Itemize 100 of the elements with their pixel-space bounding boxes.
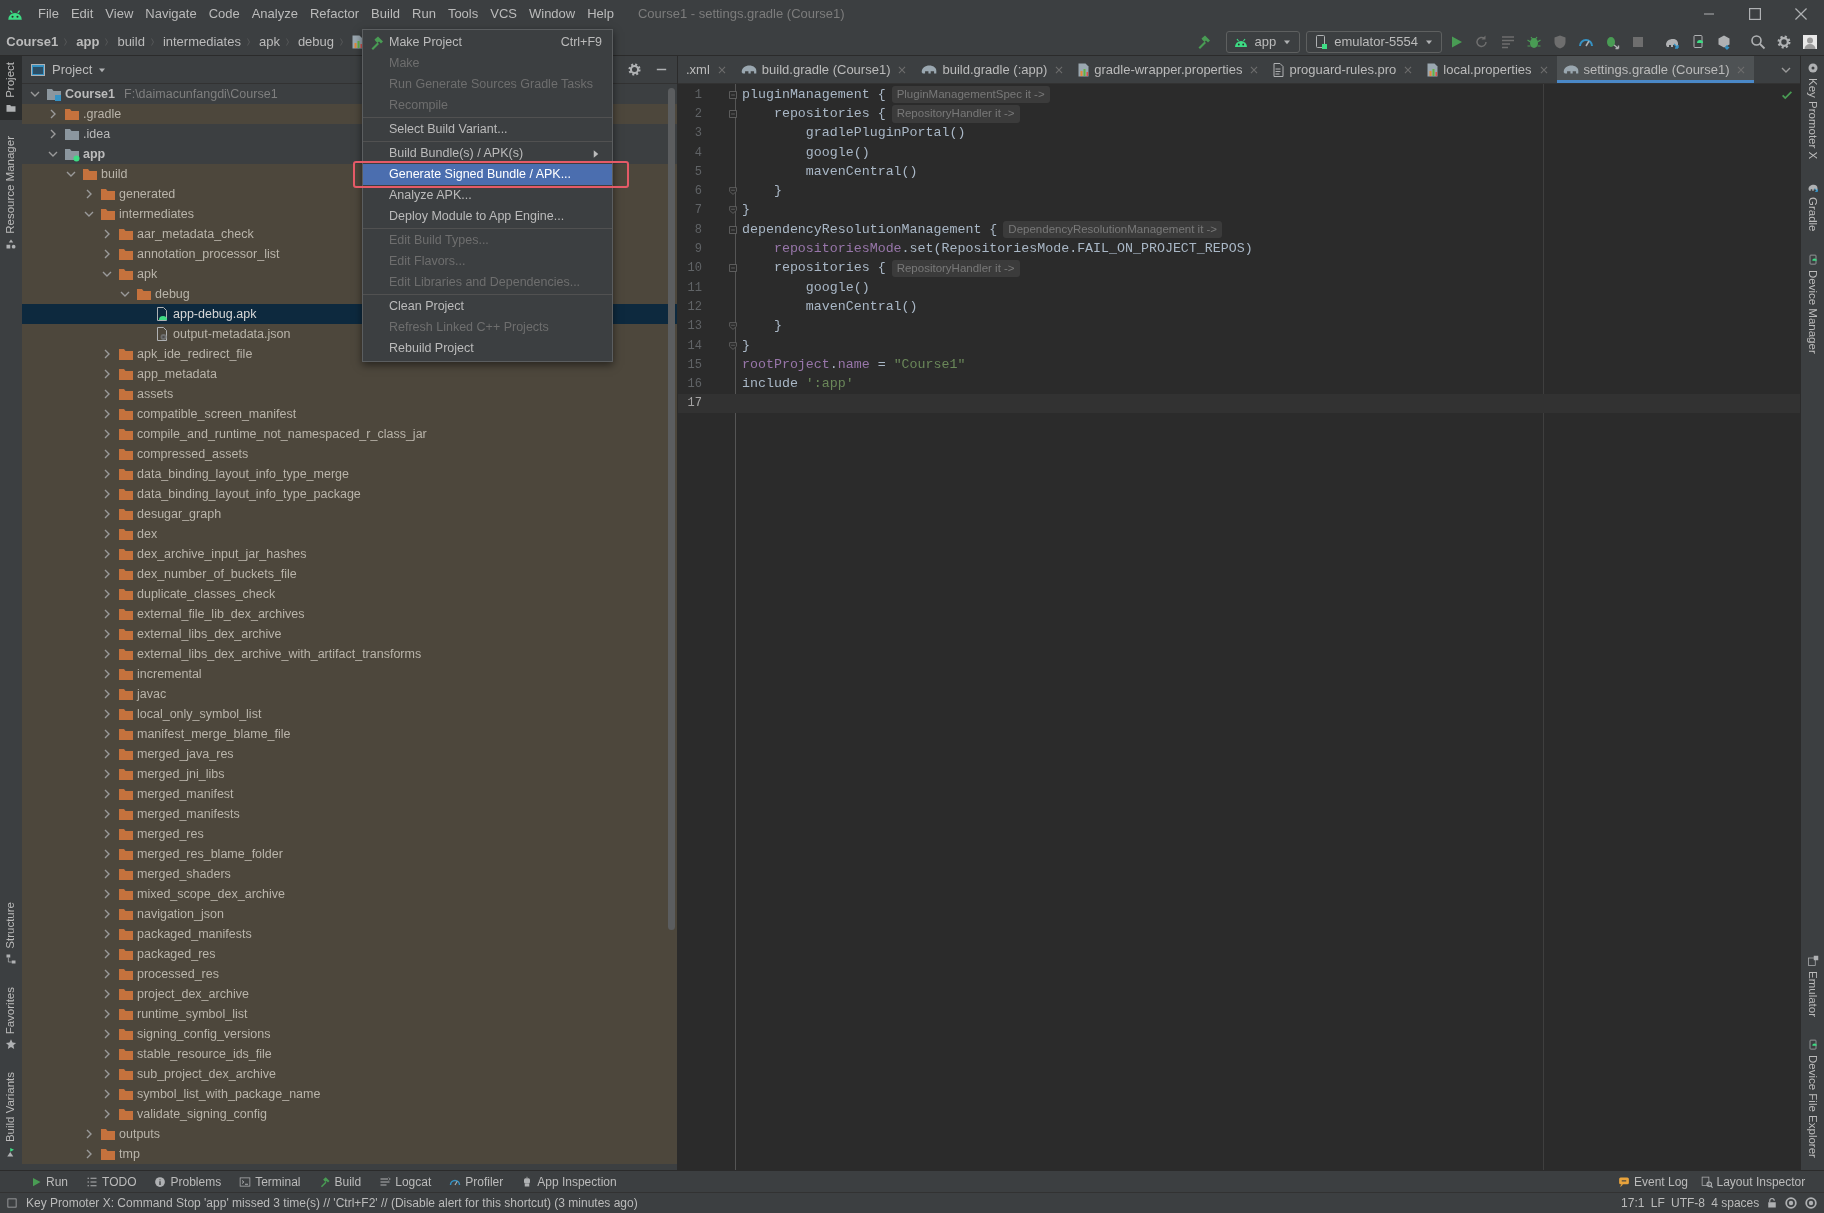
tree-item[interactable]: app-debug.apk (173, 304, 257, 324)
tree-item[interactable]: javac (137, 684, 167, 704)
settings-icon[interactable] (1776, 33, 1792, 50)
editor-tab[interactable]: proguard-rules.pro (1267, 56, 1422, 83)
breadcrumb-item[interactable]: build (117, 31, 145, 52)
breadcrumb-item[interactable]: Course1 (6, 31, 59, 52)
fold-start-icon[interactable] (727, 223, 739, 236)
tree-item[interactable]: merged_res (137, 824, 204, 844)
menu-item[interactable]: Build (365, 4, 406, 24)
tree-item[interactable]: .gradle (83, 104, 122, 124)
tree-item[interactable]: compressed_assets (137, 444, 249, 464)
tree-item[interactable]: apk (137, 264, 158, 284)
menu-item[interactable]: Rebuild Project (363, 338, 612, 359)
tree-item[interactable]: tmp (119, 1144, 140, 1164)
tool-window-tab[interactable]: Structure (0, 895, 22, 971)
fold-end-icon[interactable] (727, 204, 739, 217)
status-item[interactable]: LF (1650, 1194, 1665, 1212)
tool-window-button[interactable]: TODO (86, 1172, 137, 1191)
tree-item[interactable]: generated (119, 184, 176, 204)
tree-item[interactable]: Course1 (65, 84, 116, 104)
fold-start-icon[interactable] (727, 88, 739, 101)
tree-item[interactable]: merged_jni_libs (137, 764, 225, 784)
avatar-icon[interactable] (1802, 33, 1818, 50)
fold-end-icon[interactable] (727, 185, 739, 198)
menu-item[interactable]: Code (202, 4, 246, 24)
editor-tab[interactable]: build.gradle (Course1) (734, 56, 916, 83)
tree-item[interactable]: desugar_graph (137, 504, 222, 524)
cube-icon[interactable] (1716, 33, 1732, 50)
tool-window-tab[interactable]: Device Manager (1801, 247, 1824, 360)
rerun-icon[interactable] (1474, 33, 1490, 50)
fold-start-icon[interactable] (727, 262, 739, 275)
search-icon[interactable] (1750, 33, 1766, 50)
tree-item[interactable]: app_metadata (137, 364, 217, 384)
phone-icon[interactable] (1690, 33, 1706, 50)
run-config-dropdown[interactable]: app (1226, 30, 1301, 53)
tree-item[interactable]: packaged_manifests (137, 924, 252, 944)
tree-item[interactable]: navigation_json (137, 904, 224, 924)
menu-item[interactable]: Build Bundle(s) / APK(s) (363, 143, 612, 164)
editor-tab[interactable]: .xml (680, 56, 735, 83)
tool-window-button[interactable]: Build (318, 1172, 362, 1191)
tool-window-tab[interactable]: Emulator (1801, 949, 1824, 1024)
tool-window-tab[interactable]: Gradle (1801, 175, 1824, 238)
tree-item[interactable]: output-metadata.json (173, 324, 291, 344)
menu-item[interactable]: Generate Signed Bundle / APK... (363, 164, 612, 185)
editor-tab[interactable]: gradle-wrapper.properties (1072, 56, 1268, 83)
tool-window-button[interactable]: Event Log (1617, 1172, 1688, 1191)
fold-start-icon[interactable] (727, 107, 739, 120)
menu-item[interactable]: Navigate (139, 4, 203, 24)
menu-item[interactable]: VCS (484, 4, 523, 24)
menu-item[interactable]: Analyze APK... (363, 185, 612, 206)
fold-end-icon[interactable] (727, 339, 739, 352)
tree-item[interactable]: build (101, 164, 128, 184)
scrollbar[interactable] (668, 88, 675, 930)
breadcrumb-item[interactable]: intermediates (162, 31, 241, 52)
fold-end-icon[interactable] (727, 320, 739, 333)
menu-item[interactable]: Make Project Ctrl+F9 (363, 32, 612, 53)
device-dropdown[interactable]: emulator-5554 (1306, 30, 1442, 53)
tree-item[interactable]: incremental (137, 664, 202, 684)
hammer-icon[interactable] (1196, 33, 1213, 50)
tree-item[interactable]: app (83, 144, 106, 164)
menu-item[interactable]: Clean Project (363, 296, 612, 317)
tree-item[interactable]: intermediates (119, 204, 195, 224)
tree-item[interactable]: aar_metadata_check (137, 224, 254, 244)
tree-item[interactable]: .idea (83, 124, 111, 144)
tool-window-tab[interactable]: Resource Manager (0, 129, 22, 256)
tool-window-button[interactable]: Layout Inspector (1700, 1172, 1806, 1191)
tree-item[interactable]: apk_ide_redirect_file (137, 344, 253, 364)
menu-item[interactable]: Run (406, 4, 442, 24)
tree-item[interactable]: merged_manifest (137, 784, 234, 804)
panel-title-dropdown[interactable]: Project (52, 59, 109, 80)
tree-item[interactable]: assets (137, 384, 174, 404)
menu-item[interactable]: Refactor (303, 4, 366, 24)
tree-item[interactable]: packaged_res (137, 944, 216, 964)
status-item[interactable]: 4 spaces (1711, 1194, 1760, 1212)
status-item[interactable]: UTF-8 (1670, 1194, 1705, 1212)
tool-window-tab[interactable]: Favorites (0, 980, 22, 1056)
tree-item[interactable]: validate_signing_config (137, 1104, 267, 1124)
menu-item[interactable]: Deploy Module to App Engine... (363, 206, 612, 227)
editor-tab[interactable]: local.properties (1421, 56, 1557, 83)
menu-item[interactable]: Help (581, 4, 620, 24)
tree-item[interactable]: local_only_symbol_list (137, 704, 262, 724)
shield-icon[interactable] (1552, 33, 1568, 50)
tree-item[interactable]: dex (137, 524, 158, 544)
tree-item[interactable]: debug (155, 284, 190, 304)
menu-item[interactable]: Analyze (245, 4, 304, 24)
tree-item[interactable]: merged_manifests (137, 804, 240, 824)
menu-item[interactable]: Tools (441, 4, 485, 24)
menu-item[interactable]: Select Build Variant... (363, 119, 612, 140)
tree-item[interactable]: project_dex_archive (137, 984, 249, 1004)
tool-window-button[interactable]: Problems (154, 1172, 222, 1191)
tree-item[interactable]: processed_res (137, 964, 219, 984)
breadcrumb-item[interactable]: app (76, 31, 100, 52)
tree-item[interactable]: runtime_symbol_list (137, 1004, 248, 1024)
menu-item[interactable]: Window (522, 4, 582, 24)
tool-window-button[interactable]: App Inspection (521, 1172, 617, 1191)
menu-item[interactable]: File (32, 4, 65, 24)
tool-window-button[interactable]: Terminal (239, 1172, 301, 1191)
status-item[interactable]: 17:1 (1621, 1194, 1645, 1212)
tool-window-button[interactable]: Run (30, 1172, 68, 1191)
tool-window-tab[interactable]: Build Variants (0, 1065, 22, 1164)
